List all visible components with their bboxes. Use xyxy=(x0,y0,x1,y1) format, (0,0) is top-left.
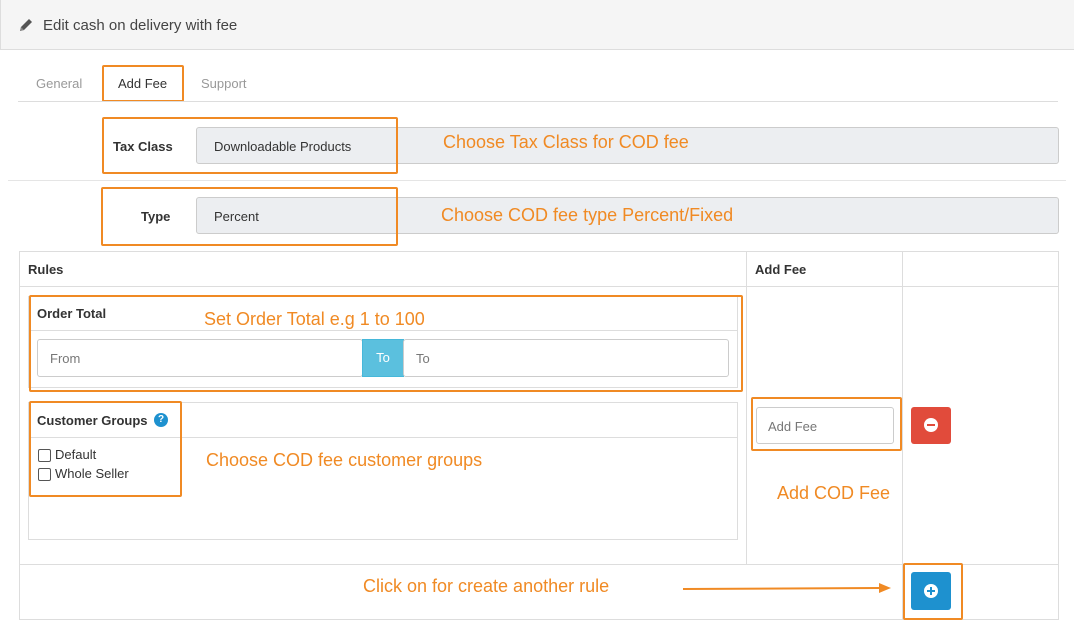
arrow-right-icon xyxy=(683,583,891,593)
note-order-total: Set Order Total e.g 1 to 100 xyxy=(204,309,425,329)
highlight-tax-class xyxy=(102,117,398,174)
header-divider xyxy=(19,286,1059,287)
add-fee-header: Add Fee xyxy=(755,262,807,277)
col-divider-1 xyxy=(746,251,747,564)
rules-header: Rules xyxy=(28,262,64,277)
panel-title: Edit cash on delivery with fee xyxy=(43,17,238,34)
row-divider xyxy=(8,180,1066,181)
highlight-add-fee xyxy=(751,397,902,451)
note-type: Choose COD fee type Percent/Fixed xyxy=(441,205,734,225)
note-add-rule: Click on for create another rule xyxy=(363,576,610,596)
note-add-fee: Add COD Fee xyxy=(777,483,891,503)
highlight-customer-groups xyxy=(29,401,182,497)
remove-rule-button[interactable] xyxy=(911,407,951,444)
note-customer-groups: Choose COD fee customer groups xyxy=(206,450,483,470)
tab-general[interactable]: General xyxy=(36,76,82,91)
highlight-add-rule xyxy=(903,563,963,620)
highlight-type xyxy=(101,187,398,246)
note-tax-class: Choose Tax Class for COD fee xyxy=(443,132,689,152)
highlight-add-fee-tab xyxy=(102,65,184,102)
minus-circle-icon xyxy=(924,418,938,432)
pencil-icon xyxy=(20,19,32,31)
tabs-divider xyxy=(18,101,1058,102)
tab-support[interactable]: Support xyxy=(201,76,247,91)
